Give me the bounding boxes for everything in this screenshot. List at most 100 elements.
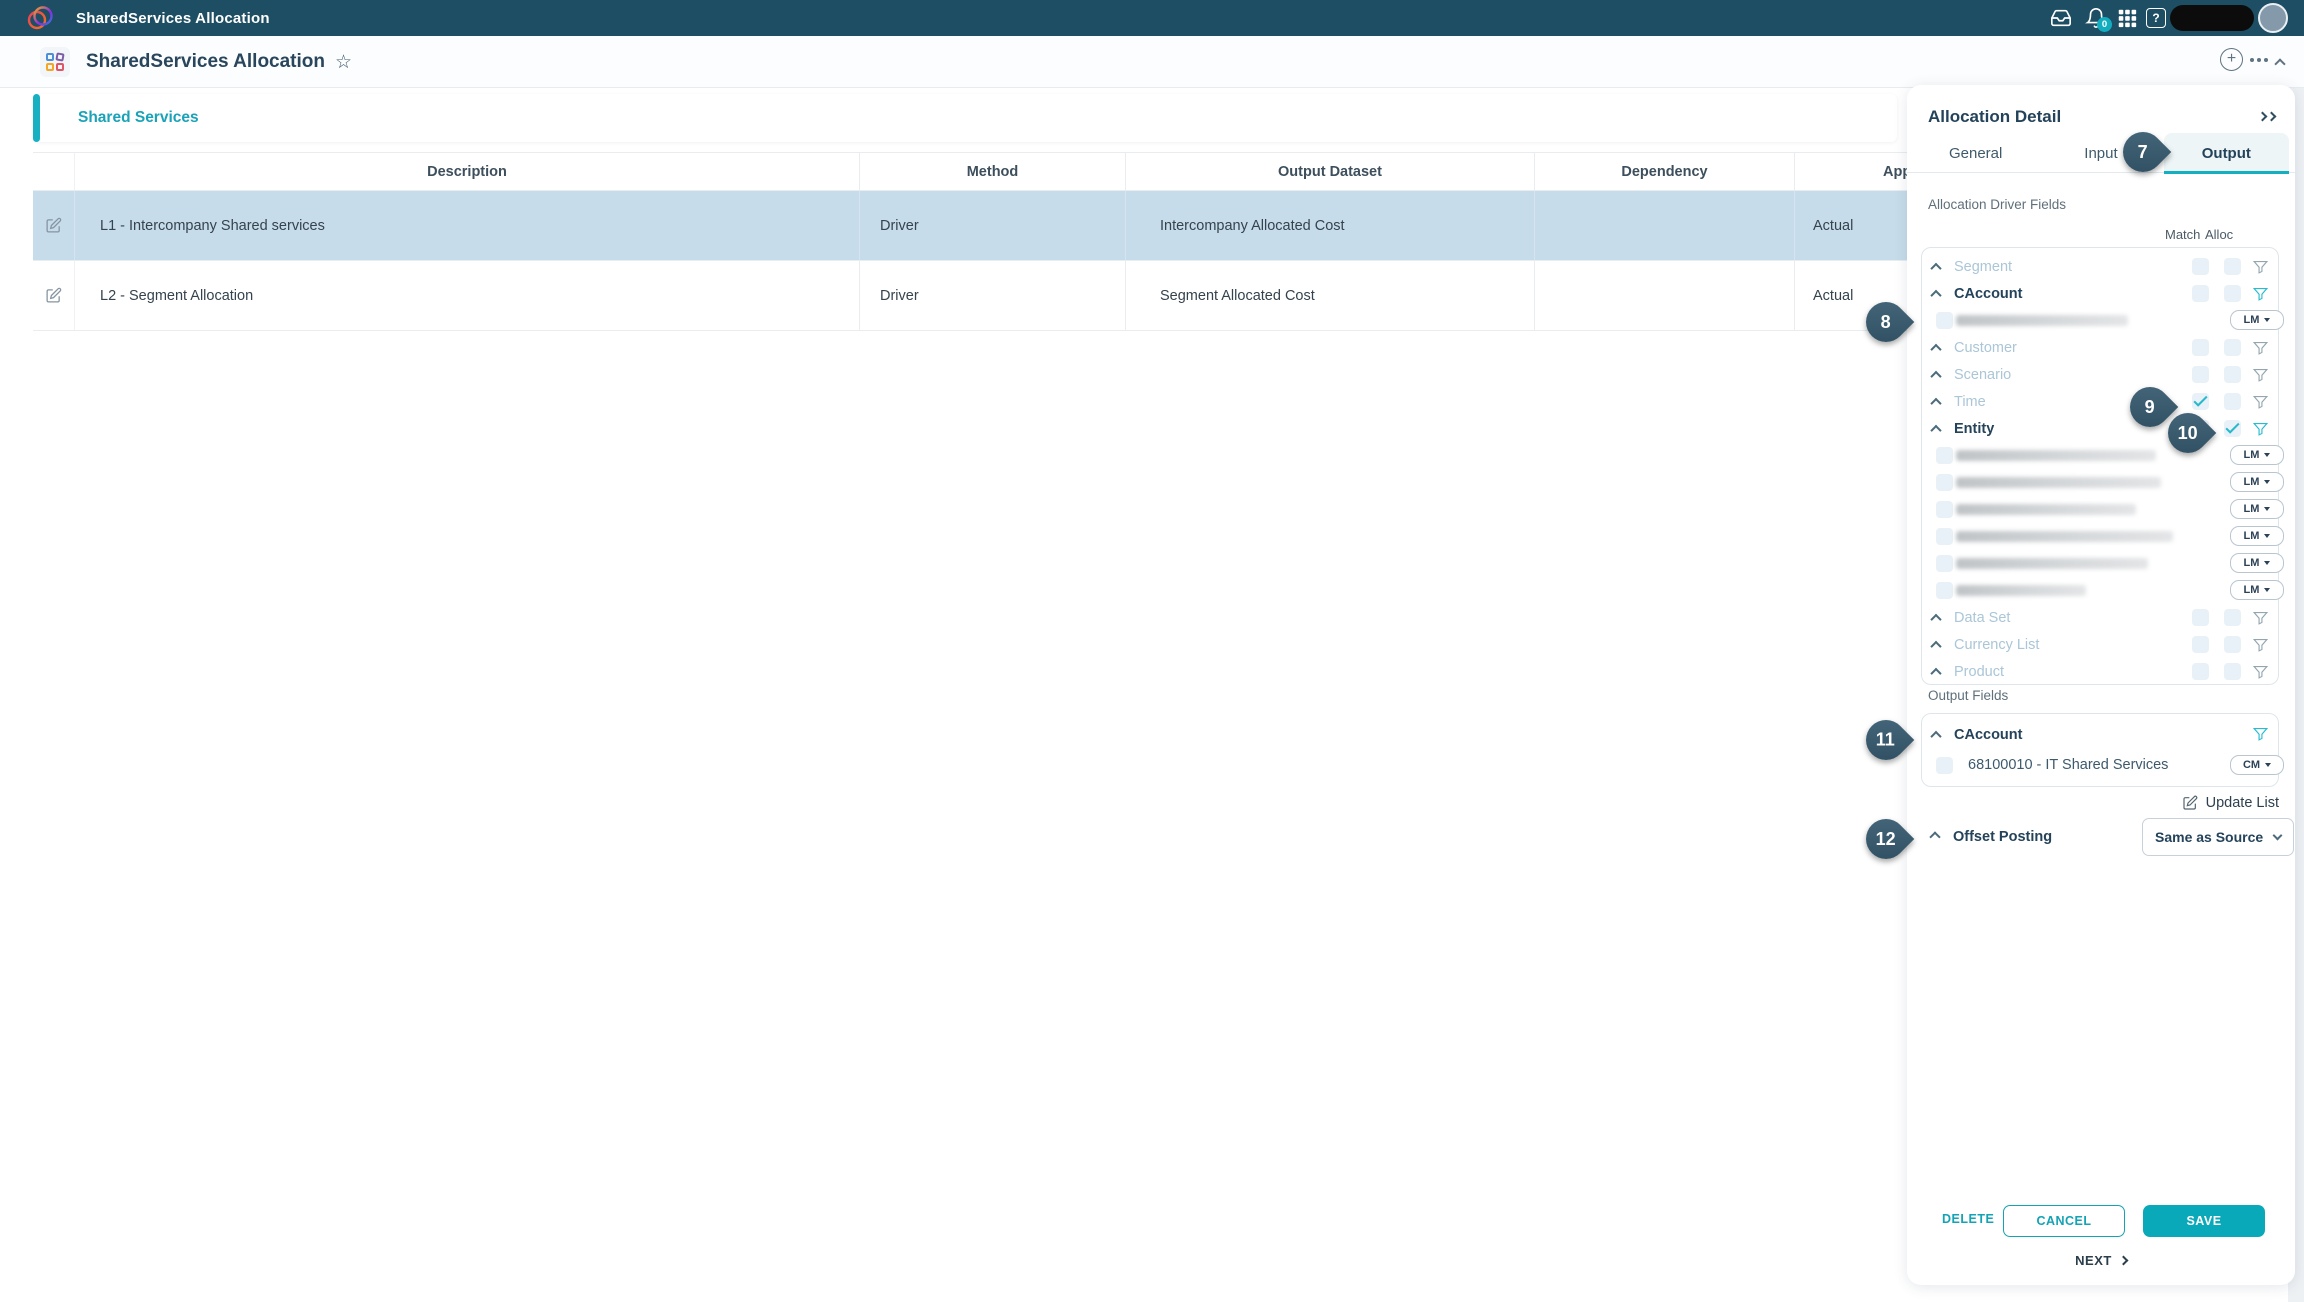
output-field-row[interactable]: CAccount	[1922, 720, 2278, 750]
member-checkbox[interactable]	[1936, 447, 1953, 464]
match-checkbox-checked[interactable]	[2192, 393, 2209, 410]
delete-button[interactable]: DELETE	[1942, 1212, 1994, 1226]
col-output-dataset[interactable]: Output Dataset	[1126, 153, 1535, 190]
edit-row-icon[interactable]	[33, 261, 75, 330]
inbox-icon[interactable]	[2050, 7, 2072, 29]
driver-field-row[interactable]: Segment	[1922, 253, 2278, 280]
collapse-chevron-icon[interactable]	[1930, 289, 1941, 300]
user-avatar[interactable]	[2258, 3, 2288, 33]
favorite-star-icon[interactable]	[335, 51, 352, 74]
table-row[interactable]: L1 - Intercompany Shared services Driver…	[33, 191, 2025, 261]
collapse-chevron-icon[interactable]	[1930, 424, 1941, 435]
driver-field-member-row[interactable]: LM	[1922, 496, 2278, 523]
driver-field-member-row[interactable]: LM	[1922, 307, 2278, 334]
driver-field-row[interactable]: Scenario	[1922, 361, 2278, 388]
collapse-chevron-icon[interactable]	[1930, 613, 1941, 624]
filter-icon[interactable]	[2252, 609, 2269, 626]
lm-dropdown[interactable]: LM	[2230, 499, 2284, 519]
match-checkbox[interactable]	[2192, 339, 2209, 356]
filter-icon[interactable]	[2252, 393, 2269, 410]
collapse-chevron-icon[interactable]	[1930, 397, 1941, 408]
match-checkbox[interactable]	[2192, 663, 2209, 680]
output-field-member-row[interactable]: 68100010 - IT Shared Services CM	[1922, 750, 2278, 780]
filter-icon[interactable]	[2252, 258, 2269, 275]
member-checkbox[interactable]	[1936, 501, 1953, 518]
lm-dropdown[interactable]: LM	[2230, 526, 2284, 546]
driver-field-member-row[interactable]: LM	[1922, 523, 2278, 550]
collapse-chevron-icon[interactable]	[1930, 667, 1941, 678]
filter-icon[interactable]	[2252, 663, 2269, 680]
driver-field-row[interactable]: Entity	[1922, 415, 2278, 442]
filter-icon[interactable]	[2252, 725, 2269, 742]
save-button[interactable]: SAVE	[2143, 1205, 2265, 1237]
member-checkbox[interactable]	[1936, 582, 1953, 599]
alloc-checkbox[interactable]	[2224, 636, 2241, 653]
driver-field-row[interactable]: Data Set	[1922, 604, 2278, 631]
update-list-button[interactable]: Update List	[1907, 795, 2279, 811]
planful-logo-icon[interactable]	[26, 4, 54, 32]
driver-field-row[interactable]: Currency List	[1922, 631, 2278, 658]
match-checkbox[interactable]	[2192, 366, 2209, 383]
alloc-checkbox[interactable]	[2224, 339, 2241, 356]
alloc-checkbox[interactable]	[2224, 285, 2241, 302]
driver-field-member-row[interactable]: LM	[1922, 469, 2278, 496]
shared-services-section-bar[interactable]: Shared Services	[33, 94, 1897, 142]
filter-icon[interactable]	[2252, 366, 2269, 383]
edit-row-icon[interactable]	[33, 191, 75, 260]
collapse-chevron-icon[interactable]	[1930, 370, 1941, 381]
alloc-checkbox-checked[interactable]	[2224, 420, 2241, 437]
member-checkbox[interactable]	[1936, 474, 1953, 491]
lm-dropdown[interactable]: LM	[2230, 445, 2284, 465]
lm-dropdown[interactable]: LM	[2230, 553, 2284, 573]
alloc-checkbox[interactable]	[2224, 366, 2241, 383]
collapse-chevron-icon[interactable]	[1930, 343, 1941, 354]
help-icon[interactable]	[2146, 8, 2166, 28]
member-checkbox[interactable]	[1936, 555, 1953, 572]
collapse-chevron-icon[interactable]	[1929, 831, 1940, 842]
filter-icon[interactable]	[2252, 420, 2269, 437]
collapse-chevron-icon[interactable]	[1930, 731, 1941, 742]
driver-field-row[interactable]: Product	[1922, 658, 2278, 685]
filter-icon[interactable]	[2252, 636, 2269, 653]
driver-field-row[interactable]: Customer	[1922, 334, 2278, 361]
notifications-bell-icon[interactable]: 0	[2085, 7, 2107, 29]
collapse-chevron-icon[interactable]	[1930, 640, 1941, 651]
col-description[interactable]: Description	[75, 153, 860, 190]
cancel-button[interactable]: CANCEL	[2003, 1205, 2125, 1237]
driver-field-member-row[interactable]: LM	[1922, 442, 2278, 469]
match-checkbox[interactable]	[2192, 636, 2209, 653]
alloc-checkbox[interactable]	[2224, 609, 2241, 626]
offset-posting-select[interactable]: Same as Source	[2142, 818, 2294, 856]
app-grid-icon[interactable]	[2116, 7, 2138, 29]
match-checkbox[interactable]	[2192, 258, 2209, 275]
alloc-checkbox[interactable]	[2224, 663, 2241, 680]
alloc-checkbox[interactable]	[2224, 393, 2241, 410]
col-method[interactable]: Method	[860, 153, 1126, 190]
member-checkbox[interactable]	[1936, 757, 1953, 774]
collapse-chevron-icon[interactable]	[2274, 58, 2285, 69]
driver-field-member-row[interactable]: LM	[1922, 550, 2278, 577]
driver-field-row[interactable]: CAccount	[1922, 280, 2278, 307]
tab-output[interactable]: Output	[2164, 133, 2289, 173]
match-checkbox[interactable]	[2192, 609, 2209, 626]
filter-icon[interactable]	[2252, 339, 2269, 356]
collapse-panel-icon[interactable]	[2259, 113, 2275, 120]
collapse-chevron-icon[interactable]	[1930, 262, 1941, 273]
col-dependency[interactable]: Dependency	[1535, 153, 1795, 190]
match-checkbox[interactable]	[2192, 285, 2209, 302]
alloc-checkbox[interactable]	[2224, 258, 2241, 275]
lm-dropdown[interactable]: LM	[2230, 310, 2284, 330]
add-button[interactable]	[2220, 48, 2243, 71]
lm-dropdown[interactable]: LM	[2230, 580, 2284, 600]
cm-dropdown[interactable]: CM	[2230, 755, 2284, 775]
filter-icon[interactable]	[2252, 285, 2269, 302]
lm-dropdown[interactable]: LM	[2230, 472, 2284, 492]
member-checkbox[interactable]	[1936, 312, 1953, 329]
member-checkbox[interactable]	[1936, 528, 1953, 545]
driver-field-row[interactable]: Time	[1922, 388, 2278, 415]
next-button[interactable]: NEXT	[1907, 1253, 2295, 1268]
table-row[interactable]: L2 - Segment Allocation Driver Segment A…	[33, 261, 2025, 331]
more-options-icon[interactable]	[2250, 58, 2254, 62]
tab-general[interactable]: General	[1913, 133, 2038, 173]
driver-field-member-row[interactable]: LM	[1922, 577, 2278, 604]
